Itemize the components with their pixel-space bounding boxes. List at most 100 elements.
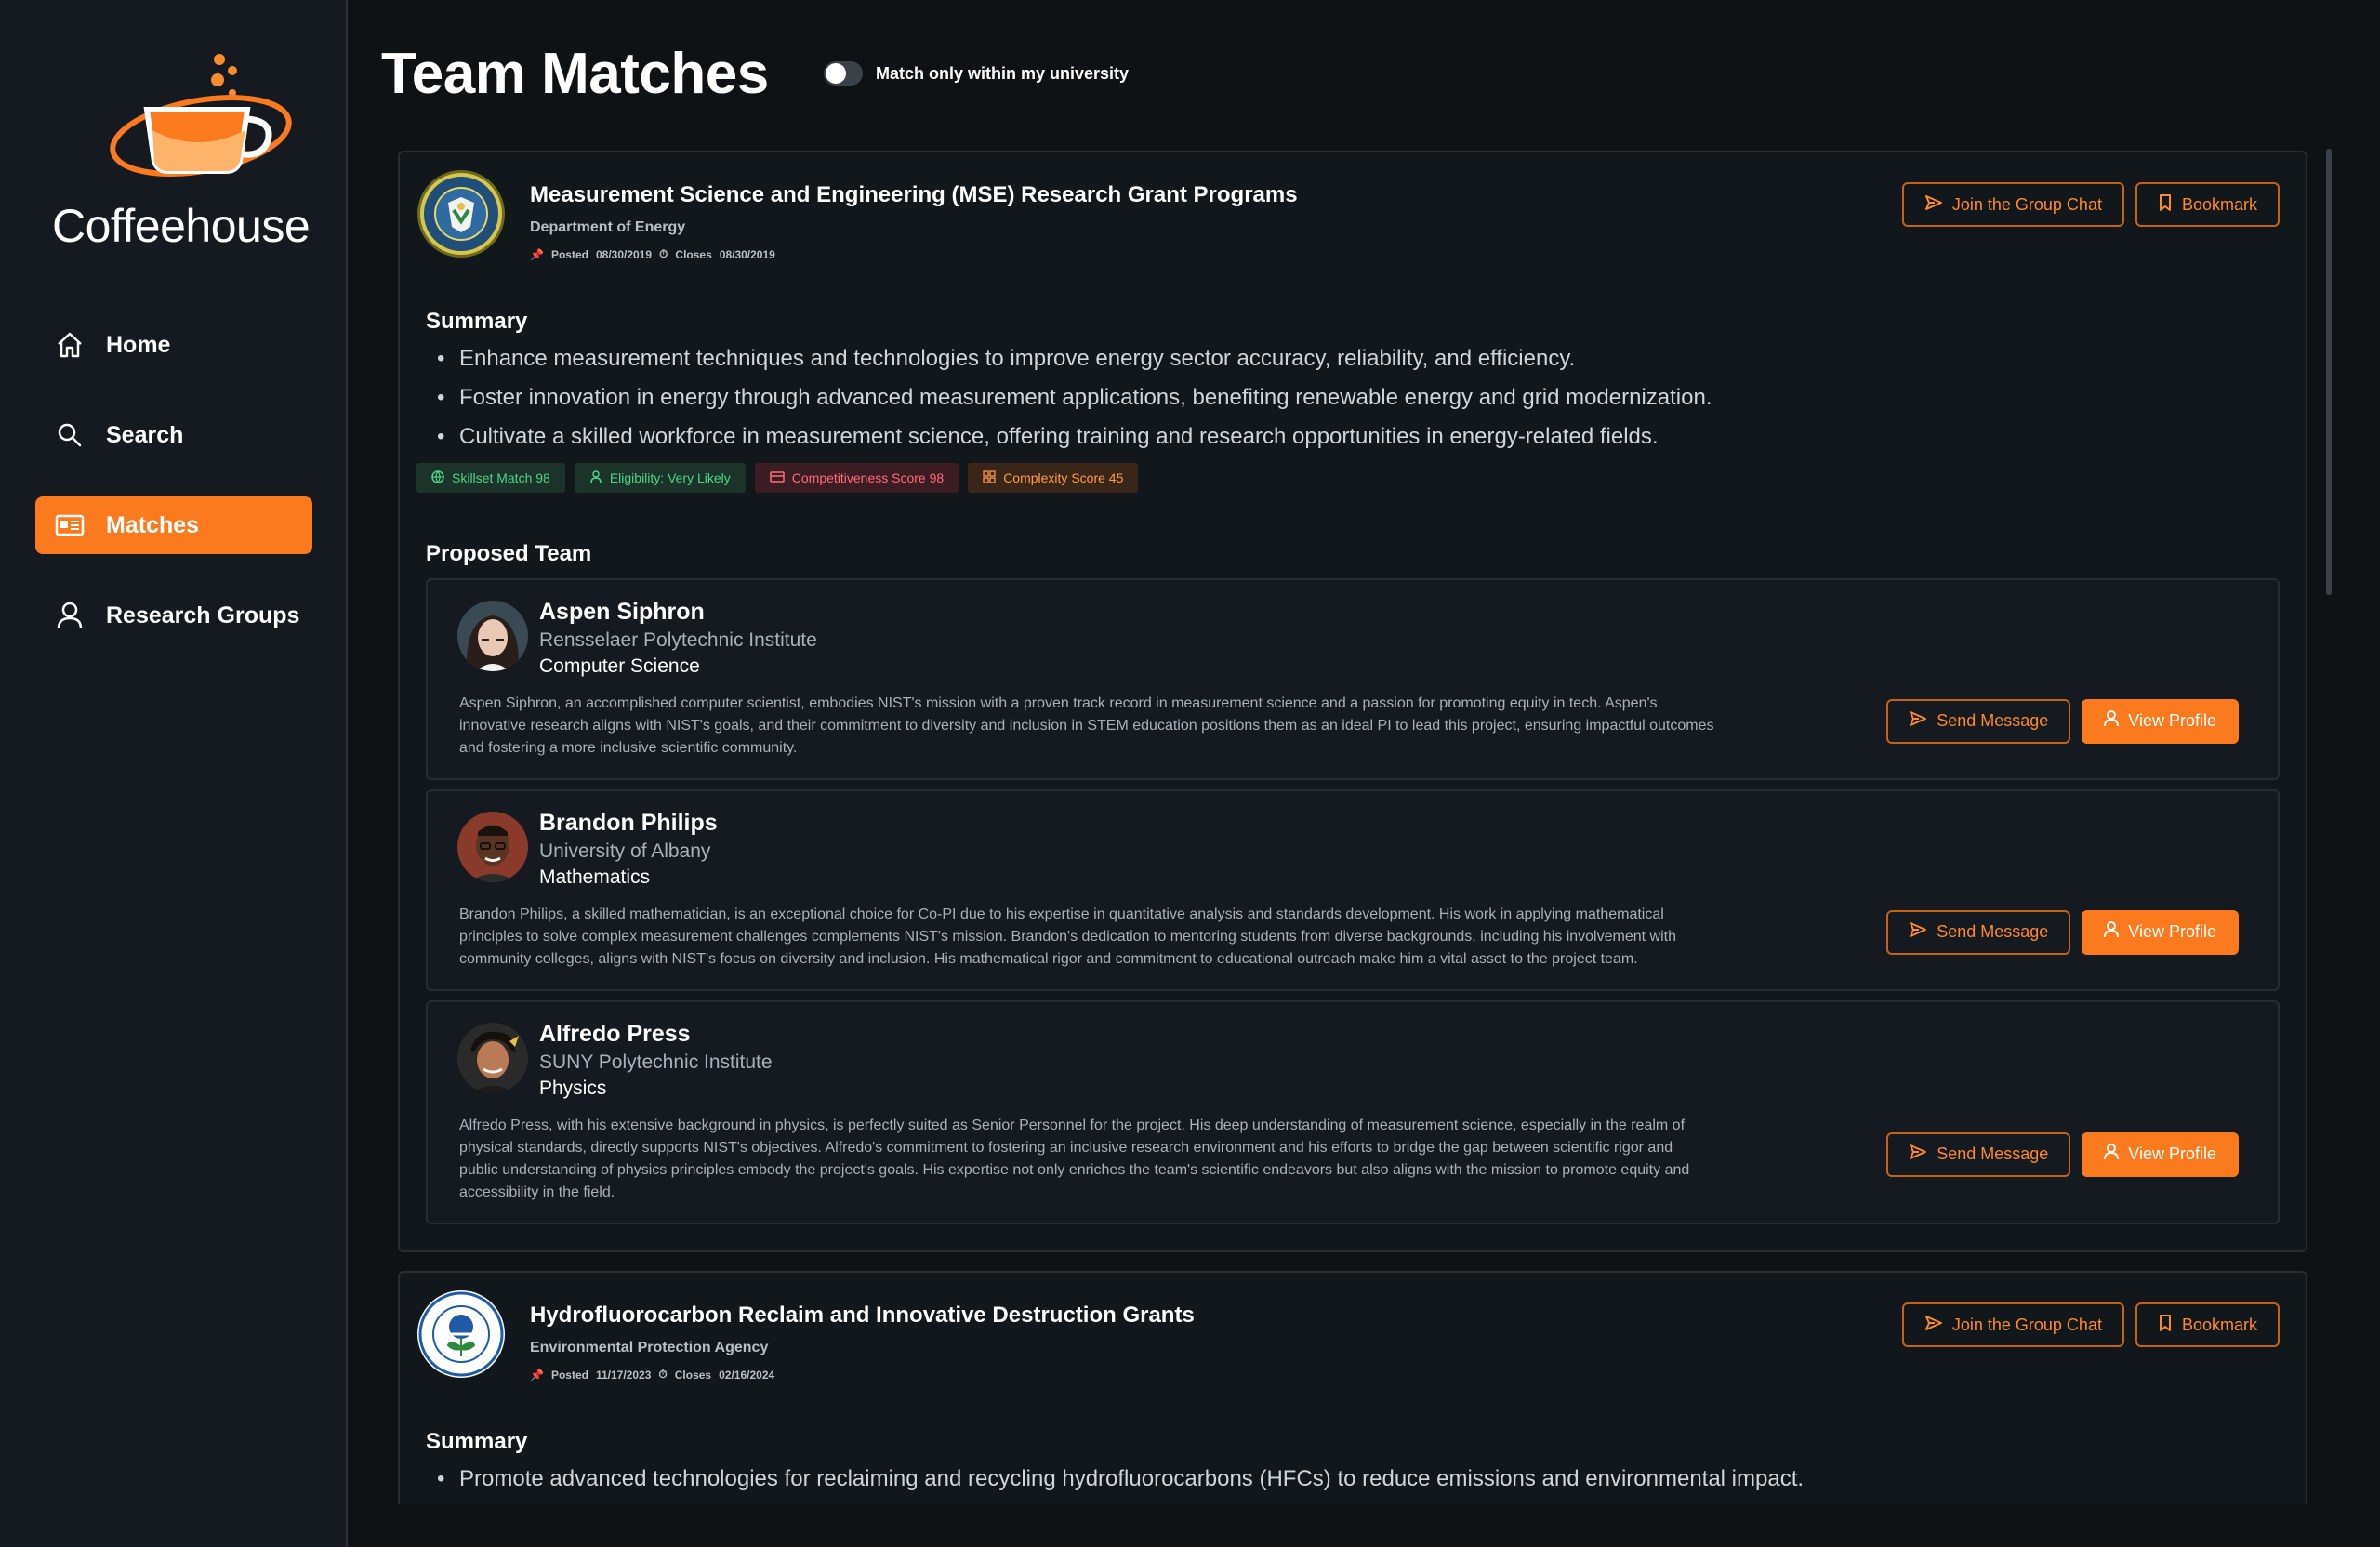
send-message-button[interactable]: Send Message (1886, 698, 2071, 744)
main-content: Team Matches Match only within my univer… (350, 0, 2380, 1547)
pin-icon: 📌 (530, 247, 544, 261)
proposed-team-heading: Proposed Team (426, 541, 592, 566)
complexity-badge: Complexity Score 45 (968, 463, 1139, 493)
closes-date: 08/30/2019 (719, 247, 775, 261)
button-label: View Profile (2128, 1144, 2216, 1163)
main-nav: Home Search Matches Research Groups (35, 316, 312, 677)
member-department: Physics (539, 1078, 607, 1099)
summary-heading: Summary (426, 309, 528, 334)
team-member-card: Alfredo Press SUNY Polytechnic Institute… (426, 1000, 2280, 1224)
nav-label: Home (106, 331, 171, 358)
grant-card: Hydrofluorocarbon Reclaim and Innovative… (398, 1271, 2307, 1504)
summary-item: Foster innovation in energy through adva… (426, 385, 2289, 411)
button-label: Bookmark (2181, 194, 2257, 214)
home-icon (54, 329, 86, 361)
member-institution: Rensselaer Polytechnic Institute (539, 629, 817, 651)
grant-header: Hydrofluorocarbon Reclaim and Innovative… (416, 1289, 2289, 1420)
member-bio: Brandon Philips, a skilled mathematician… (459, 906, 1676, 967)
member-actions: Send Message View Profile (1886, 909, 2239, 955)
skillset-badge: Skillset Match 98 (416, 463, 565, 493)
grant-header: Measurement Science and Engineering (MSE… (416, 169, 2289, 299)
clock-icon: ⏱ (658, 1368, 668, 1381)
member-actions: Send Message View Profile (1886, 1131, 2239, 1177)
grant-actions: Join the Group Chat Bookmark (1901, 1302, 2280, 1347)
team-member-card: Brandon Philips University of Albany Mat… (426, 789, 2280, 991)
view-profile-button[interactable]: View Profile (2082, 698, 2239, 744)
page-title: Team Matches (381, 42, 769, 106)
nav-item-matches[interactable]: Matches (35, 496, 312, 554)
member-bio: Alfredo Press, with his extensive backgr… (459, 1117, 1690, 1200)
closes-label: Closes (675, 247, 712, 261)
globe-icon (431, 469, 444, 486)
nav-label: Matches (106, 511, 200, 538)
member-name[interactable]: Aspen Siphron (539, 599, 2246, 626)
nav-label: Research Groups (106, 602, 300, 628)
button-label: View Profile (2128, 922, 2216, 941)
user-icon (2104, 921, 2120, 943)
grant-title: Measurement Science and Engineering (MSE… (530, 182, 1298, 207)
member-bio: Aspen Siphron, an accomplished computer … (459, 695, 1714, 756)
send-icon (1909, 709, 1927, 733)
summary-item: Promote advanced technologies for reclai… (426, 1466, 2289, 1492)
posted-label: Posted (550, 247, 588, 261)
grant-actions: Join the Group Chat Bookmark (1901, 182, 2280, 227)
app-logo[interactable]: Coffeehouse (52, 52, 311, 257)
badge-label: Competitiveness Score 98 (791, 470, 945, 485)
join-chat-button[interactable]: Join the Group Chat (1901, 1302, 2124, 1347)
pin-icon: 📌 (530, 1368, 544, 1382)
nav-item-research-groups[interactable]: Research Groups (35, 587, 312, 644)
send-message-button[interactable]: Send Message (1886, 909, 2071, 955)
app-name: Coffeehouse (52, 200, 311, 252)
send-icon (1924, 1314, 1943, 1337)
matches-list[interactable]: Measurement Science and Engineering (MSE… (398, 151, 2315, 1504)
posted-date: 11/17/2023 (595, 1368, 652, 1382)
view-profile-button[interactable]: View Profile (2082, 909, 2239, 955)
toggle-switch[interactable] (824, 61, 863, 86)
bookmark-icon (2158, 1314, 2173, 1337)
button-label: Send Message (1937, 922, 2049, 941)
button-label: Send Message (1937, 711, 2049, 730)
user-icon (2104, 710, 2120, 732)
coffee-cup-logo-icon (110, 54, 292, 177)
bookmark-button[interactable]: Bookmark (2135, 1302, 2280, 1347)
eligibility-badge: Eligibility: Very Likely (574, 463, 746, 493)
bookmark-button[interactable]: Bookmark (2135, 182, 2280, 227)
join-chat-button[interactable]: Join the Group Chat (1901, 182, 2124, 227)
grant-agency: Environmental Protection Agency (530, 1340, 769, 1355)
avatar (457, 601, 528, 671)
doe-seal-icon (417, 170, 505, 258)
member-department: Computer Science (539, 655, 700, 677)
avatar (457, 812, 528, 882)
grant-card: Measurement Science and Engineering (MSE… (398, 151, 2307, 1252)
badge-label: Skillset Match 98 (452, 470, 550, 485)
send-message-button[interactable]: Send Message (1886, 1131, 2071, 1177)
member-name[interactable]: Alfredo Press (539, 1021, 2246, 1048)
university-filter-toggle[interactable]: Match only within my university (824, 61, 1129, 86)
summary-heading: Summary (426, 1429, 528, 1454)
score-badges: Skillset Match 98 Eligibility: Very Like… (416, 463, 2289, 493)
nav-item-search[interactable]: Search (35, 406, 312, 464)
nav-label: Search (106, 421, 184, 448)
button-label: Bookmark (2181, 1315, 2257, 1334)
member-institution: University of Albany (539, 840, 711, 862)
member-institution: SUNY Polytechnic Institute (539, 1051, 773, 1073)
posted-date: 08/30/2019 (595, 247, 653, 261)
epa-seal-icon (417, 1290, 505, 1378)
closes-label: Closes (674, 1368, 712, 1382)
badge-label: Complexity Score 45 (1003, 470, 1124, 485)
toggle-label: Match only within my university (876, 63, 1130, 83)
grant-dates: 📌 Posted 08/30/2019 ⏱ Closes 08/30/2019 (530, 247, 775, 261)
member-name[interactable]: Brandon Philips (539, 810, 2246, 837)
team-member-card: Aspen Siphron Rensselaer Polytechnic Ins… (426, 578, 2280, 780)
member-department: Mathematics (539, 866, 651, 888)
send-icon (1924, 193, 1943, 217)
search-icon (54, 419, 86, 451)
user-icon (2104, 1144, 2120, 1165)
summary-item: Cultivate a skilled workforce in measure… (426, 424, 2289, 450)
matches-icon (54, 509, 86, 541)
member-actions: Send Message View Profile (1886, 698, 2239, 744)
scrollbar[interactable] (2326, 149, 2332, 595)
view-profile-button[interactable]: View Profile (2082, 1131, 2239, 1177)
posted-label: Posted (550, 1368, 588, 1382)
nav-item-home[interactable]: Home (35, 316, 312, 374)
